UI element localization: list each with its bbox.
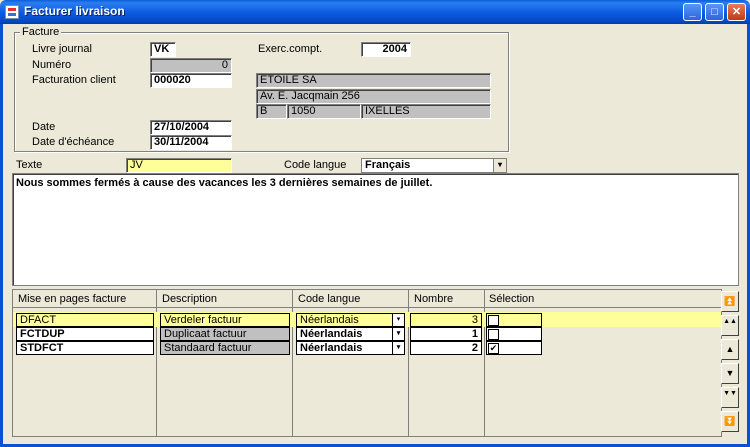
client-postcode-field: 1050 — [287, 104, 361, 119]
cell-selection[interactable]: ✔ — [486, 341, 542, 355]
chevron-down-icon[interactable]: ▾ — [392, 314, 404, 326]
cell-nombre[interactable]: 1 — [410, 327, 482, 341]
next-page-icon[interactable]: ▼▼ — [721, 387, 739, 408]
date-echeance-field[interactable]: 30/11/2004 — [150, 135, 232, 150]
client-address-field: Av. E. Jacqmain 256 — [256, 89, 491, 104]
client-country-field: B — [256, 104, 287, 119]
cell-description[interactable]: Verdeler factuur — [160, 313, 290, 327]
cell-description[interactable]: Duplicaat factuur — [160, 327, 290, 341]
selection-checkbox[interactable] — [488, 329, 499, 340]
numero-field: 0 — [150, 58, 232, 73]
facturation-client-label: Facturation client — [32, 74, 116, 86]
cell-selection[interactable] — [486, 327, 542, 341]
code-langue-label: Code langue — [284, 159, 347, 171]
column-header-nombre[interactable]: Nombre — [414, 293, 453, 305]
header-separator — [13, 307, 721, 308]
cell-mise[interactable]: DFACT — [16, 313, 154, 327]
exerc-label: Exerc.compt. — [258, 43, 323, 55]
facture-group-label: Facture — [20, 26, 62, 38]
cell-code-langue-value: Néerlandais — [300, 342, 363, 354]
numero-label: Numéro — [32, 59, 72, 71]
cell-code-langue[interactable]: Néerlandais ▾ — [296, 313, 405, 327]
chevron-down-icon[interactable]: ▾ — [493, 159, 506, 172]
cell-nombre[interactable]: 3 — [410, 313, 482, 327]
close-button[interactable]: ✕ — [727, 3, 746, 21]
cell-code-langue[interactable]: Néerlandais ▾ — [296, 341, 405, 355]
code-langue-value: Français — [365, 159, 411, 171]
previous-page-icon[interactable]: ▲▲ — [721, 315, 739, 336]
maximize-button[interactable]: □ — [705, 3, 724, 21]
client-name-field: ETOILE SA — [256, 73, 491, 88]
window-title: Facturer livraison — [24, 4, 125, 18]
texte-body-textarea[interactable]: Nous sommes fermés à cause des vacances … — [12, 173, 739, 286]
last-record-icon[interactable]: ⏬ — [721, 411, 739, 432]
next-record-icon[interactable]: ▼ — [721, 363, 739, 384]
chevron-down-icon[interactable]: ▾ — [392, 328, 404, 340]
texte-label: Texte — [16, 159, 43, 171]
cell-code-langue[interactable]: Néerlandais ▾ — [296, 327, 405, 341]
previous-record-icon[interactable]: ▲ — [721, 339, 739, 360]
cell-mise[interactable]: STDFCT — [16, 341, 154, 355]
minimize-button[interactable]: _ — [683, 3, 702, 21]
livre-journal-label: Livre journal — [32, 43, 92, 55]
cell-nombre[interactable]: 2 — [410, 341, 482, 355]
facturation-client-field[interactable]: 000020 — [150, 73, 232, 88]
column-header-description[interactable]: Description — [162, 293, 217, 305]
window-frame-left — [0, 24, 3, 447]
column-header-mise[interactable]: Mise en pages facture — [18, 293, 126, 305]
first-record-icon[interactable]: ⏫ — [721, 291, 739, 312]
app-icon — [5, 5, 19, 19]
cell-mise[interactable]: FCTDUP — [16, 327, 154, 341]
texte-code-field[interactable]: JV — [126, 158, 232, 173]
selection-checkbox[interactable]: ✔ — [488, 343, 499, 354]
cell-description[interactable]: Standaard factuur — [160, 341, 290, 355]
chevron-down-icon[interactable]: ▾ — [392, 342, 404, 354]
cell-selection[interactable] — [486, 313, 542, 327]
client-city-field: IXELLES — [361, 104, 491, 119]
date-field[interactable]: 27/10/2004 — [150, 120, 232, 135]
livre-journal-field[interactable]: VK — [150, 42, 176, 57]
column-header-selection[interactable]: Sélection — [489, 293, 534, 305]
code-langue-select[interactable]: Français ▾ — [361, 158, 507, 173]
exerc-field[interactable]: 2004 — [361, 42, 411, 57]
cell-code-langue-value: Néerlandais — [300, 314, 359, 326]
column-header-code-langue[interactable]: Code langue — [298, 293, 360, 305]
cell-code-langue-value: Néerlandais — [300, 328, 363, 340]
date-echeance-label: Date d'échéance — [32, 136, 115, 148]
selection-checkbox[interactable] — [488, 315, 499, 326]
date-label: Date — [32, 121, 56, 133]
